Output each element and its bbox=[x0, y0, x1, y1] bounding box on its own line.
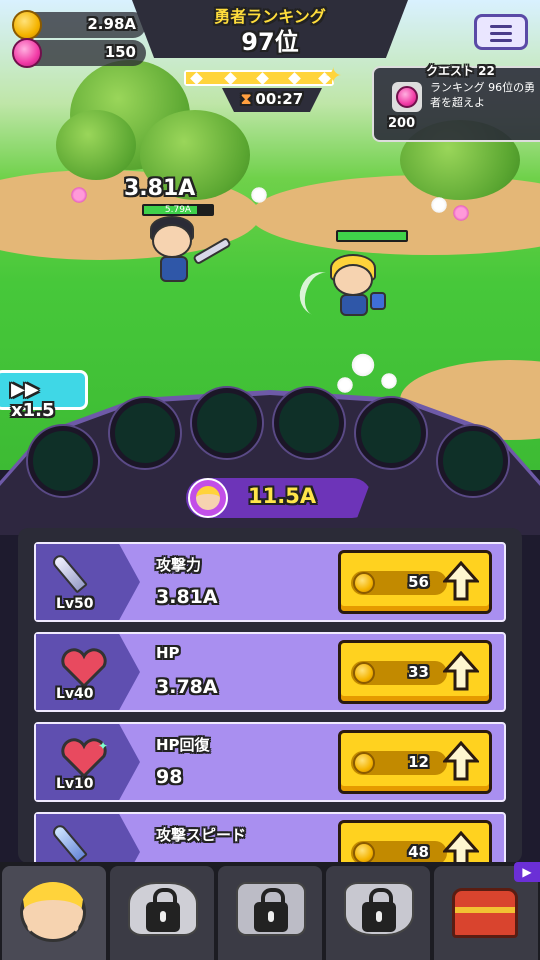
flower bbox=[380, 372, 398, 390]
tab-locked-crest[interactable] bbox=[326, 866, 430, 960]
upgrade-row-hp: Lv40 HP 3.78A 33 bbox=[34, 632, 506, 712]
battle-timer: ⧗ 00:27 bbox=[222, 88, 322, 112]
quest-reward-value: 200 bbox=[388, 116, 416, 131]
skill-slot[interactable] bbox=[274, 388, 344, 458]
gem-value: 150 bbox=[104, 43, 136, 61]
tab-locked-wings[interactable] bbox=[218, 866, 322, 960]
skill-slot[interactable] bbox=[28, 426, 98, 496]
timer-value: 00:27 bbox=[255, 90, 304, 108]
upgrade-icon-box: Lv40 bbox=[36, 634, 140, 710]
upgrade-cost: 33 bbox=[408, 663, 429, 681]
flower bbox=[250, 186, 268, 204]
skill-slot[interactable] bbox=[438, 426, 508, 496]
coin-counter: 2.98A bbox=[12, 10, 146, 40]
up-arrow-icon bbox=[443, 561, 479, 601]
upgrade-level: Lv10 bbox=[56, 776, 94, 792]
skill-slot[interactable] bbox=[110, 398, 180, 468]
upgrade-cost: 12 bbox=[408, 753, 429, 771]
lock-icon bbox=[254, 888, 288, 932]
flower bbox=[452, 204, 470, 222]
treasure-chest-icon bbox=[452, 888, 518, 938]
speed-toggle-button[interactable]: ▶▶ x1.5 bbox=[0, 370, 88, 421]
upgrade-name: HP bbox=[156, 644, 180, 662]
ranking-panel[interactable]: 勇者ランキング 97位 bbox=[132, 0, 408, 58]
quest-reward-icon bbox=[392, 82, 422, 112]
tab-locked-helmet[interactable] bbox=[110, 866, 214, 960]
flower bbox=[430, 196, 448, 214]
upgrade-row-attack-speed: 攻撃スピード 48 bbox=[34, 812, 506, 863]
svg-text:✦: ✦ bbox=[98, 739, 108, 753]
upgrade-attack-speed-button[interactable]: 48 bbox=[338, 820, 492, 863]
upgrade-cost: 56 bbox=[408, 573, 429, 591]
upgrade-value: 3.78A bbox=[156, 676, 218, 698]
coin-icon bbox=[12, 10, 42, 40]
coin-icon bbox=[353, 572, 375, 594]
upgrade-value: 3.81A bbox=[156, 586, 218, 608]
player-hero bbox=[293, 252, 400, 322]
upgrade-name: 攻撃スピード bbox=[156, 826, 247, 844]
upgrade-panel: Lv50 攻撃力 3.81A 56 Lv40 HP 3.78A 33 ✦ Lv1… bbox=[18, 528, 522, 863]
upgrade-hp-button[interactable]: 33 bbox=[338, 640, 492, 704]
quest-title: クエスト 22 bbox=[426, 64, 495, 78]
upgrade-value: 98 bbox=[156, 766, 183, 788]
hero-face-icon bbox=[188, 478, 228, 518]
quest-description: ランキング 96位の勇者を超えよ bbox=[430, 81, 536, 109]
player-hp-bar bbox=[336, 230, 408, 242]
up-arrow-icon bbox=[443, 651, 479, 691]
enemy-hero bbox=[140, 216, 232, 286]
flower bbox=[336, 376, 354, 394]
up-arrow-icon bbox=[443, 741, 479, 781]
hero-portrait-icon bbox=[20, 882, 86, 942]
enemy-hp-bar: 5.79A bbox=[142, 204, 214, 216]
upgrade-icon-box: ✦ Lv10 bbox=[36, 724, 140, 800]
upgrade-row-hp-regen: ✦ Lv10 HP回復 98 12 bbox=[34, 722, 506, 802]
speed-label: x1.5 bbox=[11, 400, 55, 421]
sword-icon bbox=[50, 552, 88, 594]
upgrade-level: Lv40 bbox=[56, 686, 94, 702]
upgrade-icon-box: Lv50 bbox=[36, 544, 140, 620]
flower bbox=[70, 186, 88, 204]
upgrade-row-attack: Lv50 攻撃力 3.81A 56 bbox=[34, 542, 506, 622]
skill-slot[interactable] bbox=[192, 388, 262, 458]
tab-hero[interactable] bbox=[2, 866, 106, 960]
gem-counter: 150 bbox=[12, 38, 146, 68]
upgrade-level: Lv50 bbox=[56, 596, 94, 612]
upgrade-name: HP回復 bbox=[156, 736, 210, 754]
lock-icon bbox=[362, 888, 396, 932]
flower bbox=[350, 352, 376, 378]
upgrade-icon-box bbox=[36, 814, 140, 863]
coin-icon bbox=[353, 842, 375, 863]
combat-power-value: 11.5A bbox=[248, 484, 317, 508]
coin-icon bbox=[353, 662, 375, 684]
lock-icon bbox=[146, 888, 180, 932]
skill-slot[interactable] bbox=[356, 398, 426, 468]
ranking-value: 97位 bbox=[241, 28, 299, 56]
menu-button[interactable] bbox=[474, 14, 528, 50]
gem-icon bbox=[12, 38, 42, 68]
upgrade-hp-regen-button[interactable]: 12 bbox=[338, 730, 492, 794]
coin-icon bbox=[353, 752, 375, 774]
play-icon[interactable]: ▶ bbox=[514, 862, 540, 882]
bottom-nav bbox=[0, 862, 540, 960]
upgrade-attack-button[interactable]: 56 bbox=[338, 550, 492, 614]
coin-value: 2.98A bbox=[87, 15, 136, 33]
fast-forward-icon: ▶▶ bbox=[11, 379, 39, 400]
up-arrow-icon bbox=[443, 831, 479, 863]
tree bbox=[56, 110, 136, 180]
upgrade-cost: 48 bbox=[408, 843, 429, 861]
combat-power-badge: 11.5A bbox=[186, 478, 372, 518]
wave-progress-bar bbox=[184, 70, 334, 86]
upgrade-name: 攻撃力 bbox=[156, 556, 202, 574]
enemy-hp-text: 5.79A bbox=[164, 205, 192, 215]
heart-icon bbox=[61, 648, 107, 688]
winged-sword-icon bbox=[50, 822, 88, 863]
boss-crest-icon: ✦ bbox=[324, 64, 343, 89]
heart-sparkle-icon: ✦ bbox=[61, 738, 108, 778]
damage-number: 3.81A bbox=[124, 176, 196, 201]
quest-panel[interactable]: クエスト 22 200 ランキング 96位の勇者を超えよ bbox=[372, 64, 540, 142]
hourglass-icon: ⧗ bbox=[240, 90, 252, 108]
